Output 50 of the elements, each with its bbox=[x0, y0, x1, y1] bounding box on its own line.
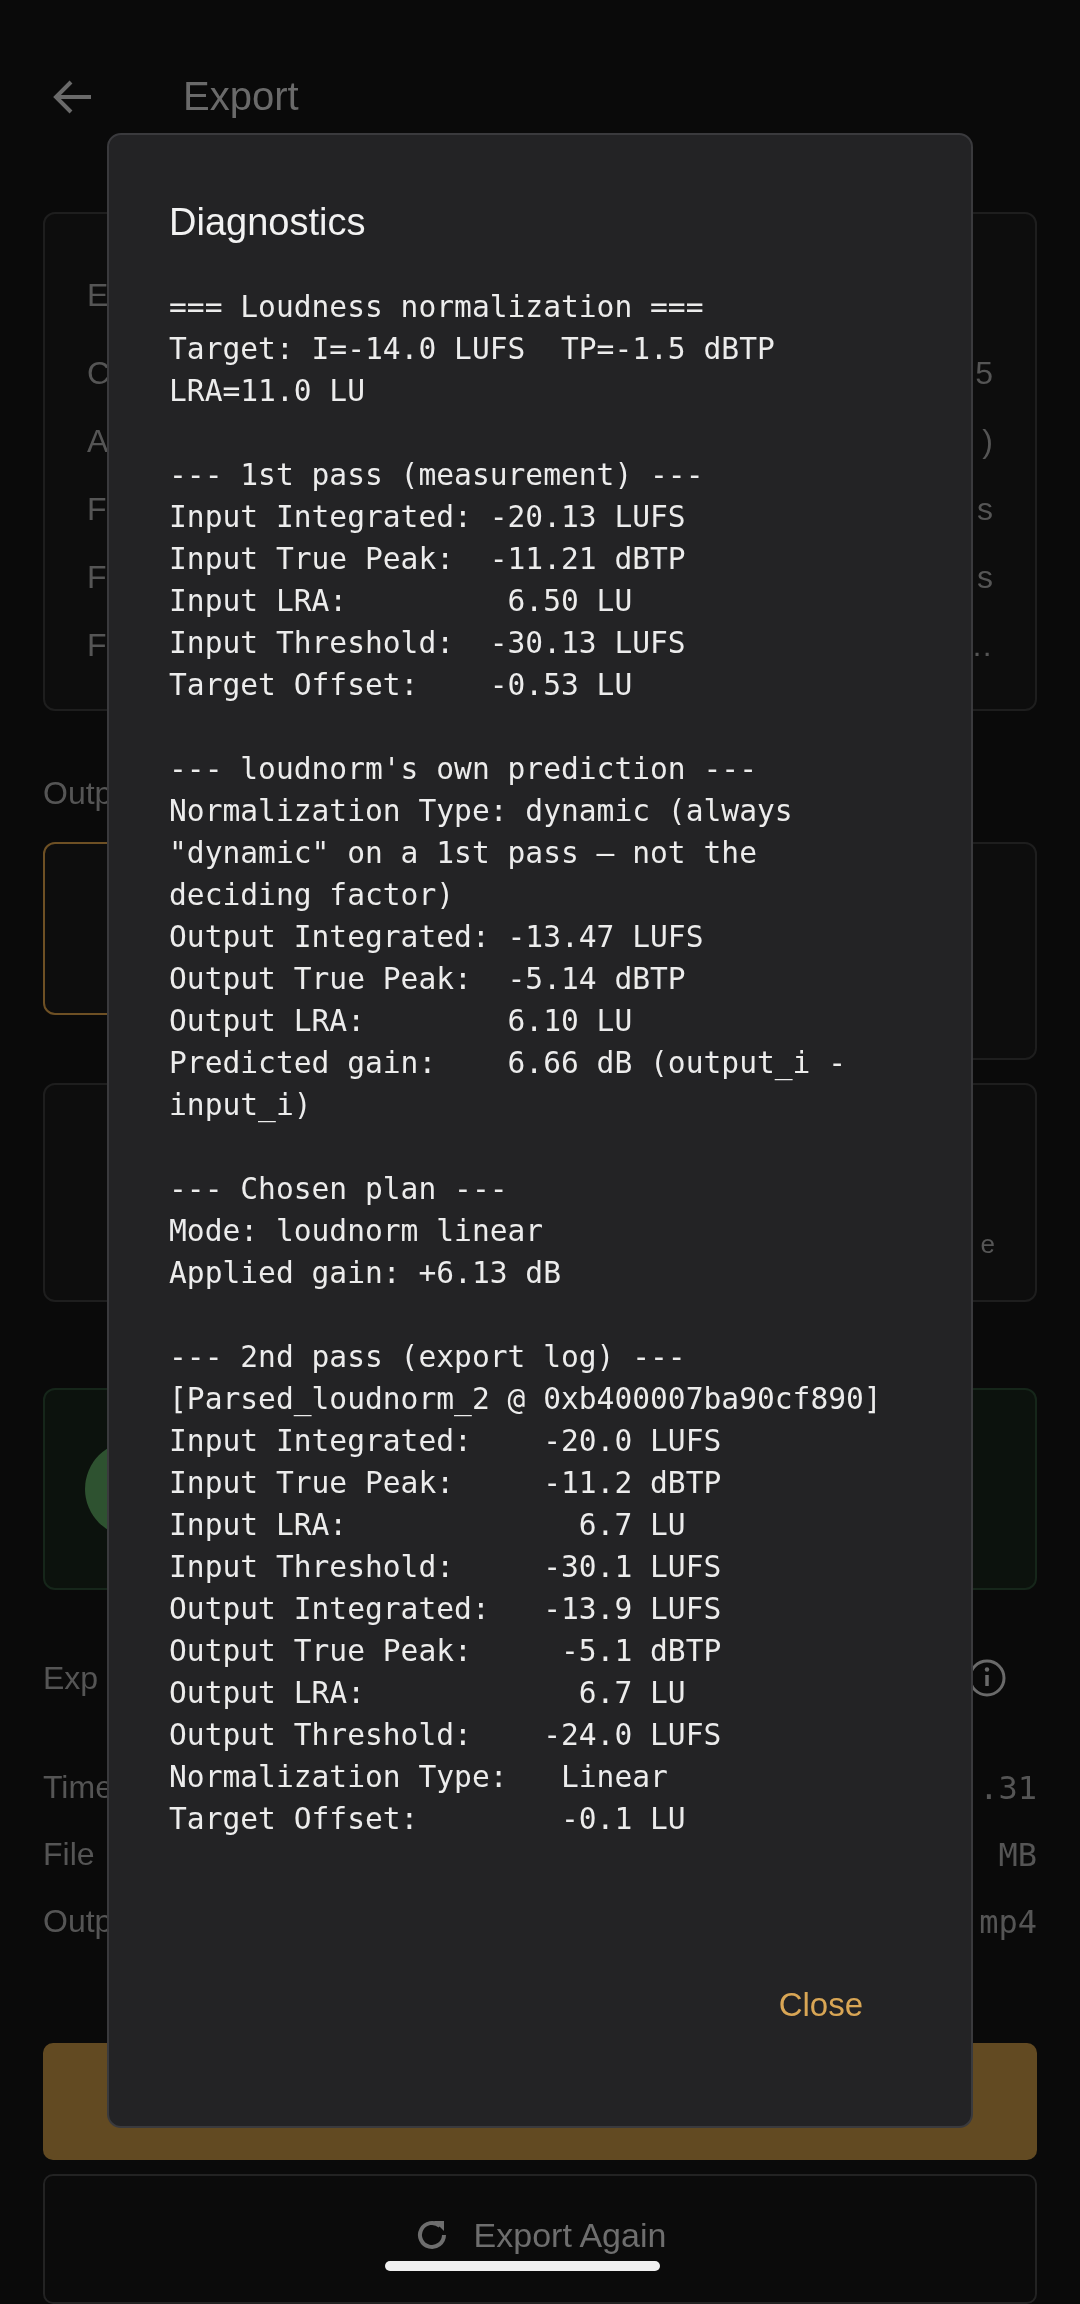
row-value: 5 bbox=[975, 355, 993, 393]
row-label: F bbox=[87, 627, 107, 665]
section-label: Exp bbox=[43, 1659, 99, 1697]
log-line: --- 1st pass (measurement) --- bbox=[169, 457, 705, 494]
log-line: Output Integrated: -13.47 LUFS bbox=[169, 919, 705, 956]
log-line: Target Offset: -0.1 LU bbox=[169, 1801, 687, 1838]
page-title: Export bbox=[183, 74, 299, 120]
info-value: .31 bbox=[979, 1768, 1037, 1807]
log-line: Output Integrated: -13.9 LUFS bbox=[169, 1591, 723, 1628]
log-line: Input Threshold: -30.13 LUFS bbox=[169, 625, 687, 662]
log-line: === Loudness normalization === bbox=[169, 289, 705, 326]
log-line: Input Integrated: -20.13 LUFS bbox=[169, 499, 687, 536]
log-line: Input True Peak: -11.2 dBTP bbox=[169, 1465, 723, 1502]
log-line: Output Threshold: -24.0 LUFS bbox=[169, 1717, 723, 1754]
log-line: Normalization Type: dynamic (always "dynamic" on a 1st pass — not the deciding factor) bbox=[169, 793, 794, 914]
log-line: Target: I=-14.0 LUFS TP=-1.5 dBTP LRA=11.0 LU bbox=[169, 331, 776, 410]
log-line: [Parsed_loudnorm_2 @ 0xb400007ba90cf890] bbox=[169, 1381, 883, 1419]
log-line: Input True Peak: -11.21 dBTP bbox=[169, 541, 687, 578]
row-value: ) bbox=[982, 423, 993, 461]
log-line: Predicted gain: 6.66 dB (output_i - input_i) bbox=[169, 1045, 848, 1125]
log-line: Input LRA: 6.7 LU bbox=[169, 1507, 687, 1544]
log-line: Input LRA: 6.50 LU bbox=[169, 583, 634, 620]
log-line: Output True Peak: -5.14 dBTP bbox=[169, 961, 687, 998]
log-line: Normalization Type: Linear bbox=[169, 1759, 669, 1796]
info-label: File bbox=[43, 1836, 95, 1874]
log-line: Mode: loudnorm linear bbox=[169, 1213, 545, 1250]
log-line: --- 2nd pass (export log) --- bbox=[169, 1339, 687, 1376]
row-label: A bbox=[87, 423, 109, 461]
back-icon[interactable] bbox=[53, 78, 93, 115]
close-button[interactable]: Close bbox=[770, 1982, 871, 2028]
log-line: Target Offset: -0.53 LU bbox=[169, 667, 634, 704]
log-line: --- Chosen plan --- bbox=[169, 1171, 509, 1208]
log-line: Applied gain: +6.13 dB bbox=[169, 1255, 562, 1292]
row-value: s bbox=[977, 559, 993, 597]
log-line: Input Integrated: -20.0 LUFS bbox=[169, 1423, 723, 1460]
info-value: MB bbox=[998, 1835, 1037, 1874]
log-line: Output True Peak: -5.1 dBTP bbox=[169, 1633, 723, 1670]
row-label: F bbox=[87, 559, 107, 597]
row-label: C bbox=[87, 355, 111, 393]
info-value: mp4 bbox=[979, 1902, 1037, 1941]
row-label: F bbox=[87, 491, 107, 529]
log-line: Output LRA: 6.10 LU bbox=[169, 1003, 634, 1040]
log-line: Input Threshold: -30.1 LUFS bbox=[169, 1549, 723, 1586]
notice-text: e bbox=[980, 1229, 995, 1261]
card-heading: E bbox=[87, 277, 109, 315]
export-again-button[interactable]: Export Again bbox=[43, 2174, 1037, 2304]
log-line: --- loudnorm's own prediction --- bbox=[169, 751, 758, 788]
log-line: Output LRA: 6.7 LU bbox=[169, 1675, 687, 1712]
dialog-title: Diagnostics bbox=[169, 201, 367, 244]
row-value: s bbox=[977, 491, 993, 529]
